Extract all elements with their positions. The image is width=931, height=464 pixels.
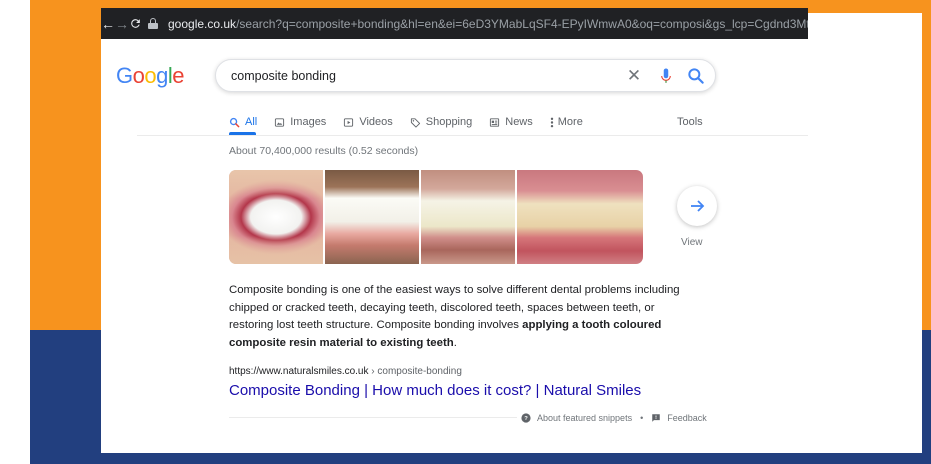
- search-icon: [229, 117, 240, 128]
- tab-all-label: All: [245, 116, 258, 128]
- news-icon: [489, 117, 500, 128]
- featured-snippet-text: Composite bonding is one of the easiest …: [229, 284, 680, 349]
- tab-videos[interactable]: Videos: [343, 112, 393, 132]
- search-icon[interactable]: [686, 66, 706, 86]
- tools-button[interactable]: Tools: [677, 112, 703, 132]
- url-field[interactable]: google.co.uk/search?q=composite+bonding&…: [148, 8, 808, 39]
- feedback-link[interactable]: Feedback: [667, 413, 707, 423]
- image-icon: [274, 117, 285, 128]
- tab-shopping[interactable]: Shopping: [410, 112, 473, 132]
- image-result-1[interactable]: [229, 170, 323, 264]
- tab-images-label: Images: [290, 116, 327, 128]
- background-left-strip: [0, 0, 30, 464]
- lock-icon: [148, 18, 158, 29]
- forward-arrow-icon: →: [115, 15, 129, 32]
- arrow-right-icon: [691, 200, 705, 212]
- url-host: google.co.uk: [168, 16, 237, 31]
- result-url: https://www.naturalsmiles.co.uk › compos…: [229, 366, 462, 377]
- tab-news[interactable]: News: [489, 112, 533, 132]
- svg-text:?: ?: [524, 416, 528, 422]
- google-logo[interactable]: Google: [116, 63, 185, 89]
- search-tabs: All Images Videos Shopping News More: [229, 112, 600, 132]
- image-result-3[interactable]: [419, 170, 515, 264]
- screenshot-frame: ← → google.co.uk/search?q=composite+bond…: [101, 8, 808, 453]
- back-arrow-icon: ←: [101, 15, 115, 32]
- tab-news-label: News: [505, 116, 533, 128]
- view-more-images-button[interactable]: [677, 186, 717, 226]
- search-input[interactable]: composite bonding: [231, 69, 336, 83]
- reload-button[interactable]: [129, 8, 142, 39]
- help-circle-icon: ?: [521, 413, 531, 423]
- result-title-link[interactable]: Composite Bonding | How much does it cos…: [229, 382, 641, 399]
- more-dots-icon: [550, 117, 554, 128]
- tab-more[interactable]: More: [550, 112, 583, 132]
- image-results-strip: [229, 170, 643, 264]
- feedback-icon: [651, 413, 661, 423]
- microphone-icon[interactable]: [657, 66, 675, 86]
- tab-more-label: More: [557, 116, 583, 128]
- tab-all[interactable]: All: [229, 112, 257, 132]
- background-right-panel: [808, 13, 922, 453]
- tab-images[interactable]: Images: [274, 112, 326, 132]
- video-icon: [343, 117, 354, 128]
- clear-icon[interactable]: ✕: [625, 67, 643, 85]
- header-divider: [137, 135, 808, 136]
- url-path: /search?q=composite+bonding&hl=en&ei=6eD…: [236, 16, 808, 31]
- tab-shopping-label: Shopping: [425, 116, 473, 128]
- result-stats: About 70,400,000 results (0.52 seconds): [229, 145, 419, 157]
- about-featured-snippets-link[interactable]: About featured snippets: [537, 413, 632, 423]
- tag-icon: [410, 117, 421, 128]
- image-result-4[interactable]: [515, 170, 643, 264]
- back-button[interactable]: ←: [101, 8, 115, 39]
- image-result-2[interactable]: [323, 170, 419, 264]
- view-more-label: View: [681, 237, 703, 248]
- snippet-footer: ? About featured snippets • Feedback: [517, 411, 711, 425]
- browser-address-bar: ← → google.co.uk/search?q=composite+bond…: [101, 8, 808, 39]
- search-box[interactable]: composite bonding ✕: [215, 59, 716, 92]
- reload-icon: [131, 19, 140, 28]
- forward-button[interactable]: →: [115, 8, 129, 39]
- tab-videos-label: Videos: [359, 116, 393, 128]
